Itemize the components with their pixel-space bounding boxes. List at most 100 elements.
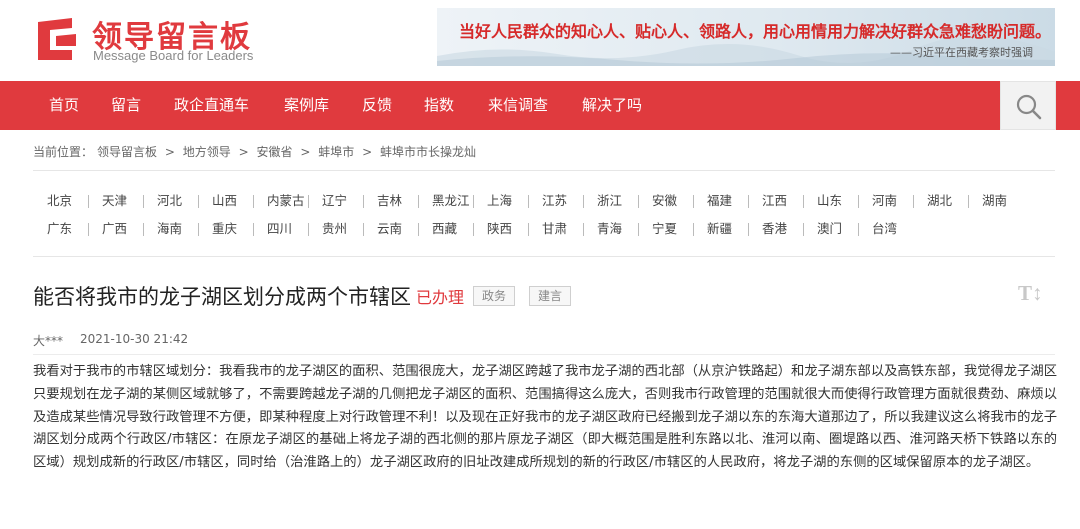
province-separator (968, 195, 969, 208)
province-separator (363, 195, 364, 208)
nav-gov-business[interactable]: 政企直通车 (174, 81, 249, 130)
province-separator (803, 223, 804, 236)
province-filter-item[interactable]: 贵州 (322, 219, 347, 239)
breadcrumb-link-board[interactable]: 领导留言板 (97, 145, 157, 159)
breadcrumb-prefix: 当前位置： (33, 145, 94, 159)
province-filter-item[interactable]: 福建 (707, 191, 732, 211)
province-separator (528, 223, 529, 236)
banner-quote: 当好人民群众的知心人、贴心人、领路人，用心用情用力解决好群众急难愁盼问题。 (459, 22, 1052, 41)
font-size-toggle-icon[interactable]: T↕ (1018, 281, 1043, 306)
province-filter-item[interactable]: 江西 (762, 191, 787, 211)
slogan-banner: 当好人民群众的知心人、贴心人、领路人，用心用情用力解决好群众急难愁盼问题。 ——… (437, 8, 1055, 66)
nav-index[interactable]: 指数 (424, 81, 454, 130)
province-filter-item[interactable]: 陕西 (487, 219, 512, 239)
message-title: 能否将我市的龙子湖区划分成两个市辖区 (33, 285, 411, 309)
province-filter-item[interactable]: 宁夏 (652, 219, 677, 239)
tag-type[interactable]: 建言 (529, 286, 572, 306)
province-filter-item[interactable]: 澳门 (817, 219, 842, 239)
breadcrumb-separator: > (164, 145, 175, 159)
province-separator (143, 223, 144, 236)
brand-subtitle: Message Board for Leaders (93, 48, 254, 63)
province-filter-item[interactable]: 黑龙江 (432, 191, 470, 211)
main-nav: 首页 留言 政企直通车 案例库 反馈 指数 来信调查 解决了吗 (0, 81, 1080, 130)
province-filter-item[interactable]: 河北 (157, 191, 182, 211)
status-badge: 已办理 (416, 288, 465, 307)
province-filter-item[interactable]: 西藏 (432, 219, 457, 239)
province-filter-item[interactable]: 广东 (47, 219, 72, 239)
province-filter-item[interactable]: 台湾 (872, 219, 897, 239)
province-separator (308, 195, 309, 208)
province-separator (693, 223, 694, 236)
message-date: 2021-10-30 21:42 (80, 332, 189, 346)
breadcrumb-link-local-leaders[interactable]: 地方领导 (183, 145, 231, 159)
province-filter-item[interactable]: 吉林 (377, 191, 402, 211)
province-filter-item[interactable]: 湖南 (982, 191, 1007, 211)
tag-category[interactable]: 政务 (473, 286, 516, 306)
province-separator (858, 195, 859, 208)
nav-feedback[interactable]: 反馈 (362, 81, 392, 130)
province-separator (583, 195, 584, 208)
province-filter-item[interactable]: 甘肃 (542, 219, 567, 239)
province-separator (803, 195, 804, 208)
province-separator (473, 195, 474, 208)
province-separator (253, 223, 254, 236)
province-separator (418, 223, 419, 236)
breadcrumb-link-province[interactable]: 安徽省 (256, 145, 292, 159)
province-separator (858, 223, 859, 236)
province-separator (253, 195, 254, 208)
province-separator (308, 223, 309, 236)
nav-solved[interactable]: 解决了吗 (582, 81, 642, 130)
province-separator (143, 195, 144, 208)
province-separator (583, 223, 584, 236)
search-button[interactable] (1000, 81, 1056, 130)
province-filter-item[interactable]: 安徽 (652, 191, 677, 211)
province-filter-item[interactable]: 江苏 (542, 191, 567, 211)
province-filter-item[interactable]: 海南 (157, 219, 182, 239)
breadcrumb: 当前位置： 领导留言板 > 地方领导 > 安徽省 > 蚌埠市 > 蚌埠市市长操龙灿 (33, 143, 480, 160)
province-filter-item[interactable]: 上海 (487, 191, 512, 211)
province-filter-item[interactable]: 北京 (47, 191, 72, 211)
province-filter-item[interactable]: 天津 (102, 191, 127, 211)
search-icon (1016, 94, 1042, 120)
site-logo[interactable]: 领导留言板 Message Board for Leaders (32, 12, 272, 68)
nav-letter-survey[interactable]: 来信调查 (488, 81, 548, 130)
province-separator (693, 195, 694, 208)
province-filter-item[interactable]: 内蒙古 (267, 191, 305, 211)
nav-home[interactable]: 首页 (49, 81, 79, 130)
province-separator (363, 223, 364, 236)
province-separator (88, 195, 89, 208)
province-filter-item[interactable]: 香港 (762, 219, 787, 239)
message-content: 我看对于我市的市辖区域划分：我看我市的龙子湖区的面积、范围很庞大，龙子湖区跨越了… (33, 364, 1057, 471)
province-separator (473, 223, 474, 236)
province-separator (638, 223, 639, 236)
nav-case-library[interactable]: 案例库 (284, 81, 329, 130)
province-filter-item[interactable]: 新疆 (707, 219, 732, 239)
breadcrumb-separator: > (362, 145, 373, 159)
province-filter-item[interactable]: 重庆 (212, 219, 237, 239)
province-filter-item[interactable]: 辽宁 (322, 191, 347, 211)
province-separator (418, 195, 419, 208)
province-filter-item[interactable]: 山西 (212, 191, 237, 211)
province-separator (913, 195, 914, 208)
province-filter-item[interactable]: 河南 (872, 191, 897, 211)
logo-mark-icon (38, 18, 76, 60)
breadcrumb-link-city[interactable]: 蚌埠市 (318, 145, 354, 159)
nav-message[interactable]: 留言 (111, 81, 141, 130)
province-filter-item[interactable]: 浙江 (597, 191, 622, 211)
province-filter-item[interactable]: 山东 (817, 191, 842, 211)
province-filter-item[interactable]: 云南 (377, 219, 402, 239)
divider (33, 170, 1055, 171)
province-separator (528, 195, 529, 208)
breadcrumb-separator: > (238, 145, 249, 159)
divider (33, 354, 1055, 355)
province-filter-item[interactable]: 青海 (597, 219, 622, 239)
breadcrumb-link-leader[interactable]: 蚌埠市市长操龙灿 (380, 145, 476, 159)
province-filter-item[interactable]: 广西 (102, 219, 127, 239)
message-author: 大*** (33, 334, 64, 348)
site-header: 领导留言板 Message Board for Leaders 当好人民群众的知… (0, 0, 1080, 80)
province-filter-item[interactable]: 湖北 (927, 191, 952, 211)
province-separator (748, 195, 749, 208)
banner-attribution: ——习近平在西藏考察时强调 (890, 46, 1033, 59)
province-filter-item[interactable]: 四川 (267, 219, 292, 239)
province-separator (198, 223, 199, 236)
